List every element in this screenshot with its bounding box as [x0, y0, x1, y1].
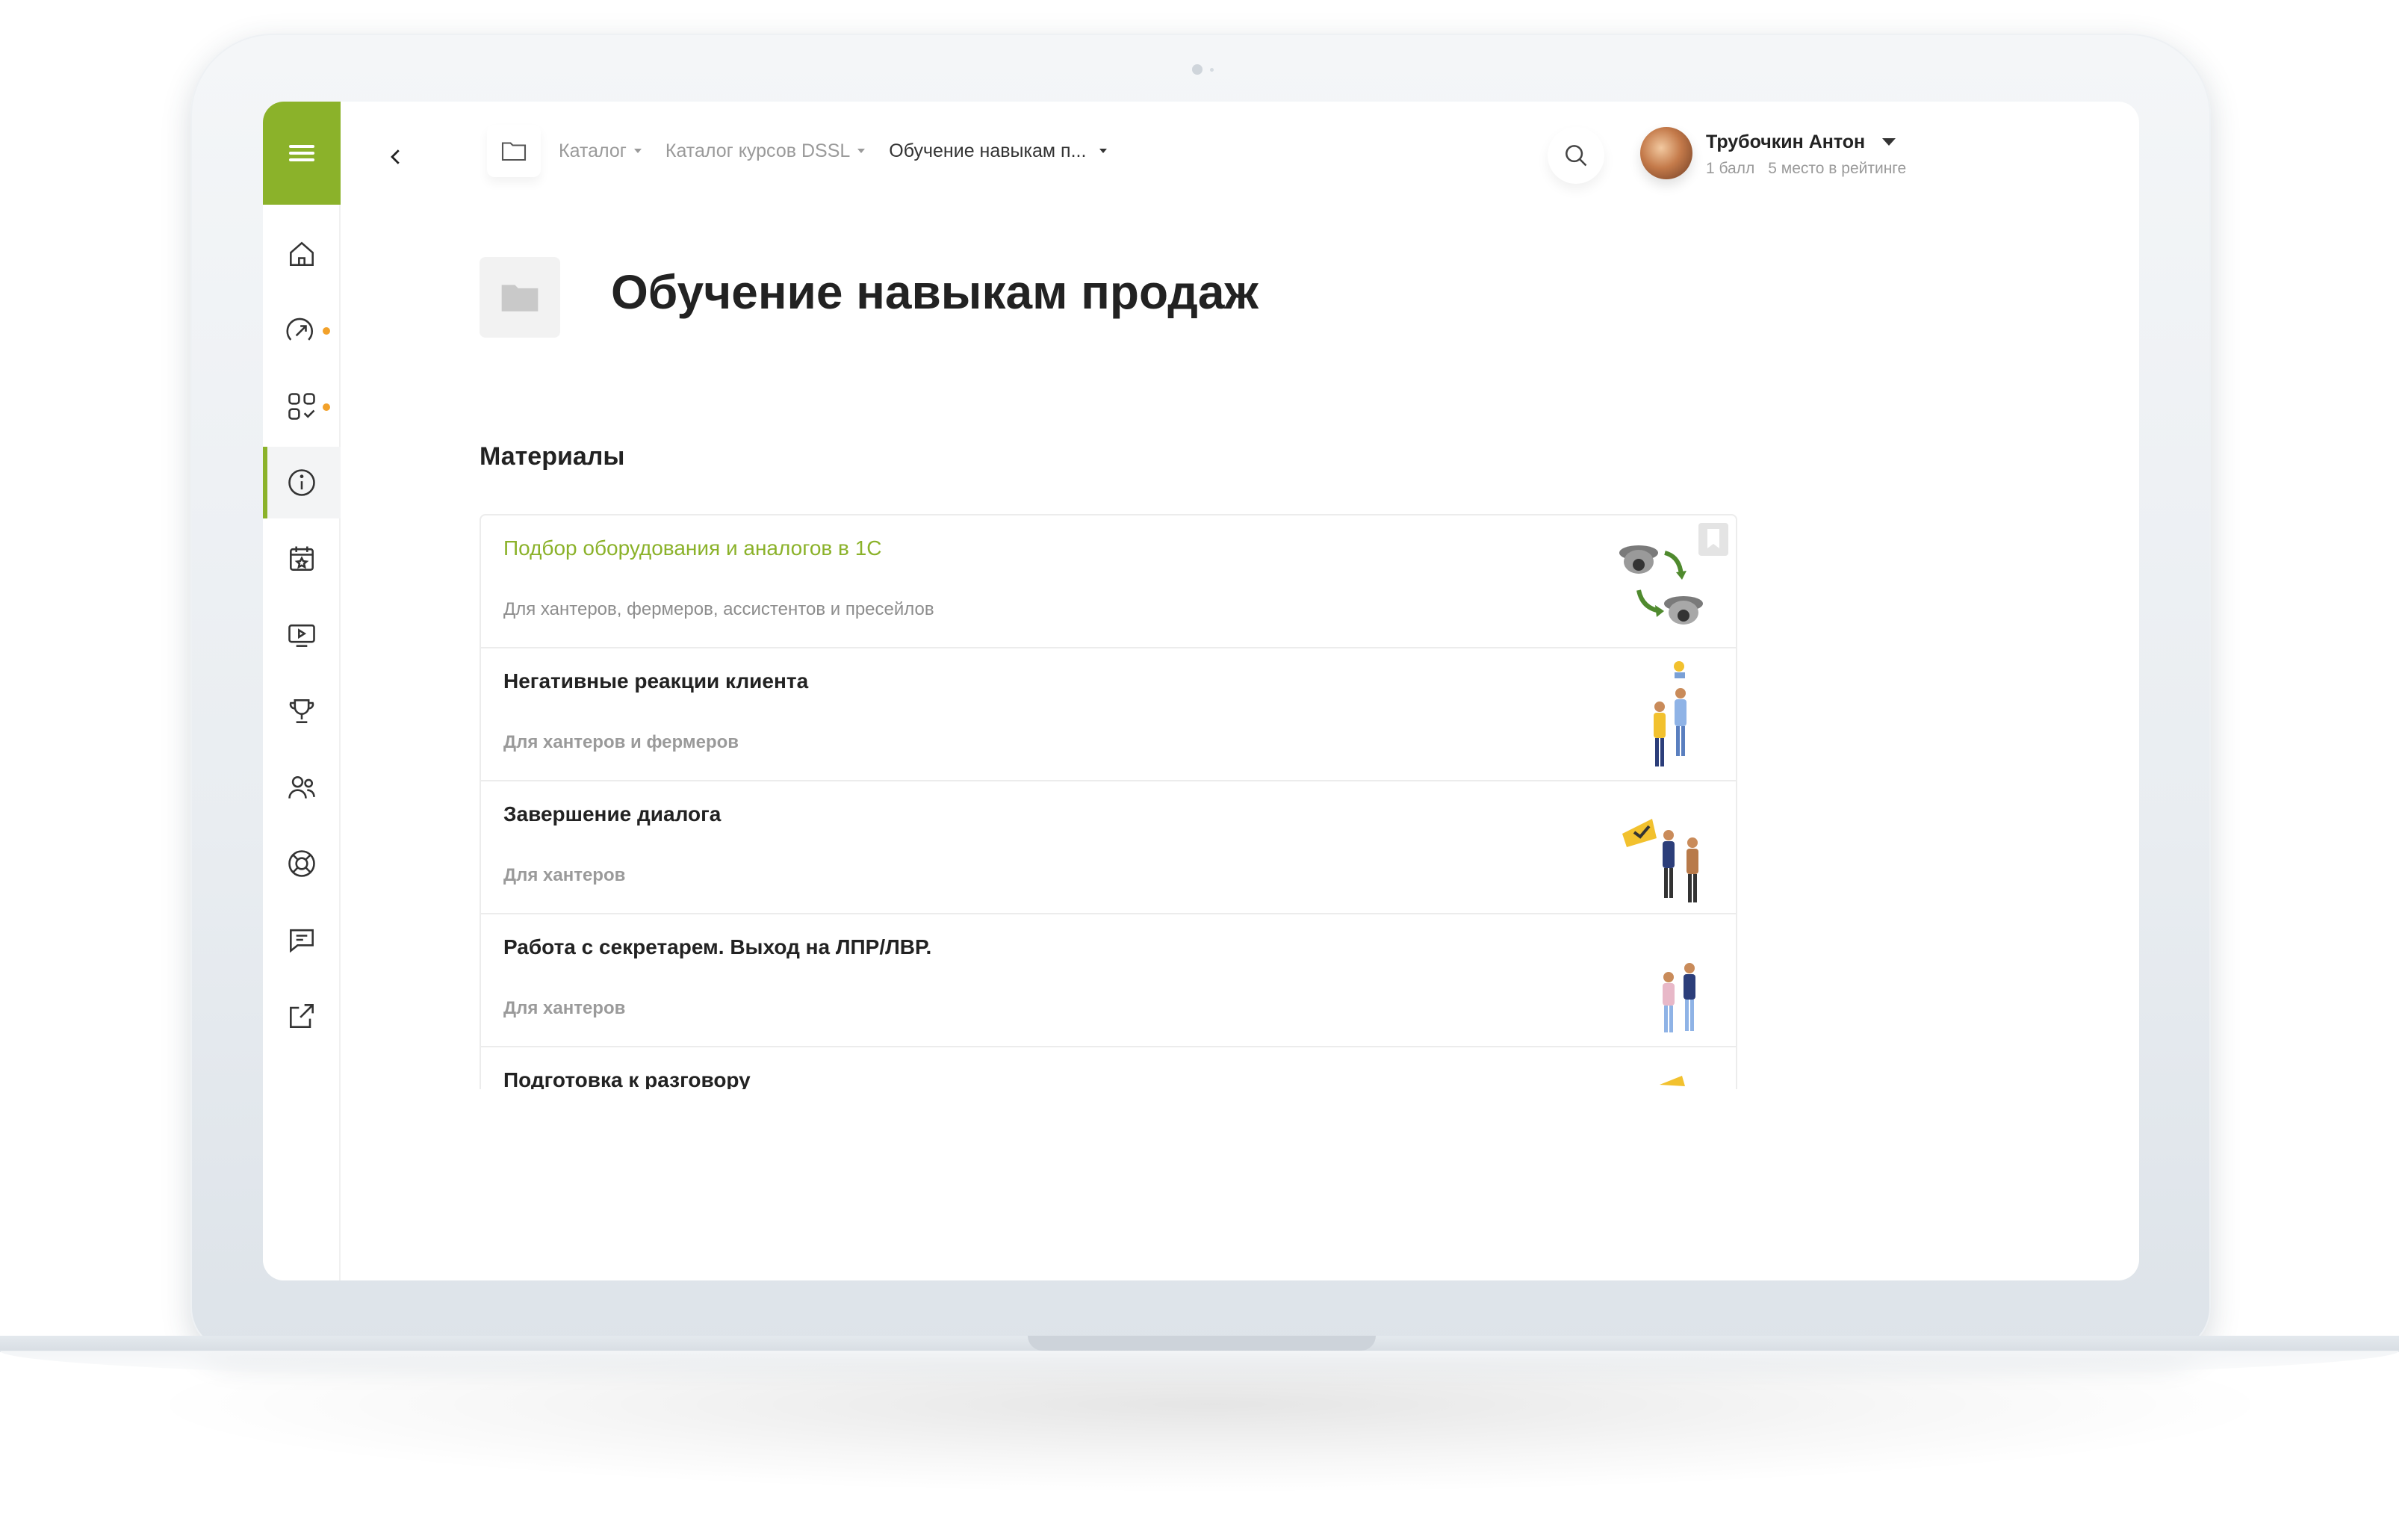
app-screen: Каталог Каталог курсов DSSL Обучение нав… — [263, 102, 2139, 1280]
nav-apps[interactable] — [263, 371, 341, 442]
people-talking-illustration — [1654, 661, 1686, 766]
material-subtitle: Для хантеров и фермеров — [503, 732, 739, 752]
page-title: Обучение навыкам продаж — [611, 265, 1259, 319]
caret-down-icon — [1099, 149, 1108, 153]
back-button[interactable] — [373, 134, 418, 179]
nav-users[interactable] — [263, 752, 341, 823]
compass-icon — [286, 318, 314, 341]
cameras-exchange-illustration — [1619, 545, 1703, 625]
laptop-notch — [1028, 1336, 1376, 1351]
nav-calendar[interactable] — [263, 523, 341, 595]
breadcrumb-label: Каталог — [559, 140, 627, 161]
nav-external[interactable] — [263, 980, 341, 1052]
menu-button[interactable] — [263, 102, 341, 205]
caret-down-icon — [857, 149, 866, 153]
nav-compass[interactable] — [263, 294, 341, 366]
chat-icon — [290, 929, 314, 953]
breadcrumb: Каталог Каталог курсов DSSL Обучение нав… — [487, 128, 1131, 173]
notification-dot — [323, 403, 330, 411]
material-row[interactable]: Подготовка к разговору — [481, 1047, 1736, 1089]
materials-list: Подбор оборудования и аналогов в 1С Для … — [480, 514, 1737, 1089]
calendar-star-icon — [290, 546, 314, 571]
user-stats: 1 балл 5 место в рейтинге — [1706, 160, 1906, 178]
material-title: Подбор оборудования и аналогов в 1С — [503, 536, 882, 560]
preparation-illustration — [1660, 1076, 1685, 1086]
support-ring-icon — [288, 850, 315, 877]
section-title: Материалы — [480, 442, 625, 471]
material-title: Подготовка к разговору — [503, 1068, 751, 1089]
material-subtitle: Для хантеров, фермеров, ассистентов и пр… — [503, 599, 934, 619]
info-icon — [288, 469, 315, 496]
material-row[interactable]: Негативные реакции клиента Для хантеров … — [481, 648, 1736, 781]
camera-icon — [1192, 64, 1203, 75]
material-row[interactable]: Завершение диалога Для хантеров — [481, 781, 1736, 914]
user-rank: 5 место в рейтинге — [1768, 160, 1907, 177]
user-name[interactable]: Трубочкин Антон — [1706, 131, 1865, 153]
two-people-illustration — [1663, 963, 1695, 1032]
breadcrumb-dssl-catalog[interactable]: Каталог курсов DSSL — [665, 140, 866, 162]
breadcrumb-catalog[interactable]: Каталог — [559, 140, 642, 162]
user-points: 1 балл — [1706, 160, 1755, 177]
page-folder-icon — [480, 257, 560, 338]
apps-check-icon — [288, 393, 315, 420]
folder-icon — [501, 142, 527, 161]
trophy-icon — [289, 699, 314, 723]
hamburger-icon — [289, 145, 314, 161]
nav-info[interactable] — [263, 447, 341, 518]
users-icon — [288, 775, 315, 799]
user-menu-caret-icon[interactable] — [1882, 138, 1896, 146]
material-title: Завершение диалога — [503, 802, 722, 826]
material-subtitle: Для хантеров — [503, 998, 626, 1018]
handshake-illustration — [1622, 819, 1698, 902]
sidebar — [263, 102, 341, 1280]
material-title: Негативные реакции клиента — [503, 669, 809, 693]
material-title: Работа с секретарем. Выход на ЛПР/ЛВР. — [503, 935, 932, 958]
nav-chat[interactable] — [263, 904, 341, 976]
camera-indicator — [1210, 68, 1214, 72]
breadcrumb-current[interactable]: Обучение навыкам п... — [889, 140, 1108, 162]
material-subtitle: Для хантеров — [503, 865, 626, 885]
avatar[interactable] — [1640, 127, 1692, 179]
breadcrumb-root[interactable] — [487, 125, 541, 177]
search-button[interactable] — [1548, 127, 1604, 184]
home-icon — [290, 241, 314, 266]
breadcrumb-label: Каталог курсов DSSL — [665, 140, 851, 161]
nav-video[interactable] — [263, 599, 341, 671]
search-icon — [1565, 145, 1587, 167]
nav-home[interactable] — [263, 218, 341, 290]
notification-dot — [323, 327, 330, 335]
chevron-left-icon — [391, 149, 400, 164]
caret-down-icon — [633, 149, 642, 153]
materials-list-viewport: Подбор оборудования и аналогов в 1С Для … — [480, 514, 1737, 1089]
video-icon — [288, 624, 315, 647]
nav-trophy[interactable] — [263, 675, 341, 747]
external-link-icon — [290, 1004, 314, 1028]
breadcrumb-label: Обучение навыкам п... — [889, 140, 1087, 161]
folder-icon — [501, 285, 539, 312]
nav-support[interactable] — [263, 828, 341, 899]
material-row[interactable]: Подбор оборудования и аналогов в 1С Для … — [481, 515, 1736, 648]
material-row[interactable]: Работа с секретарем. Выход на ЛПР/ЛВР. Д… — [481, 914, 1736, 1047]
